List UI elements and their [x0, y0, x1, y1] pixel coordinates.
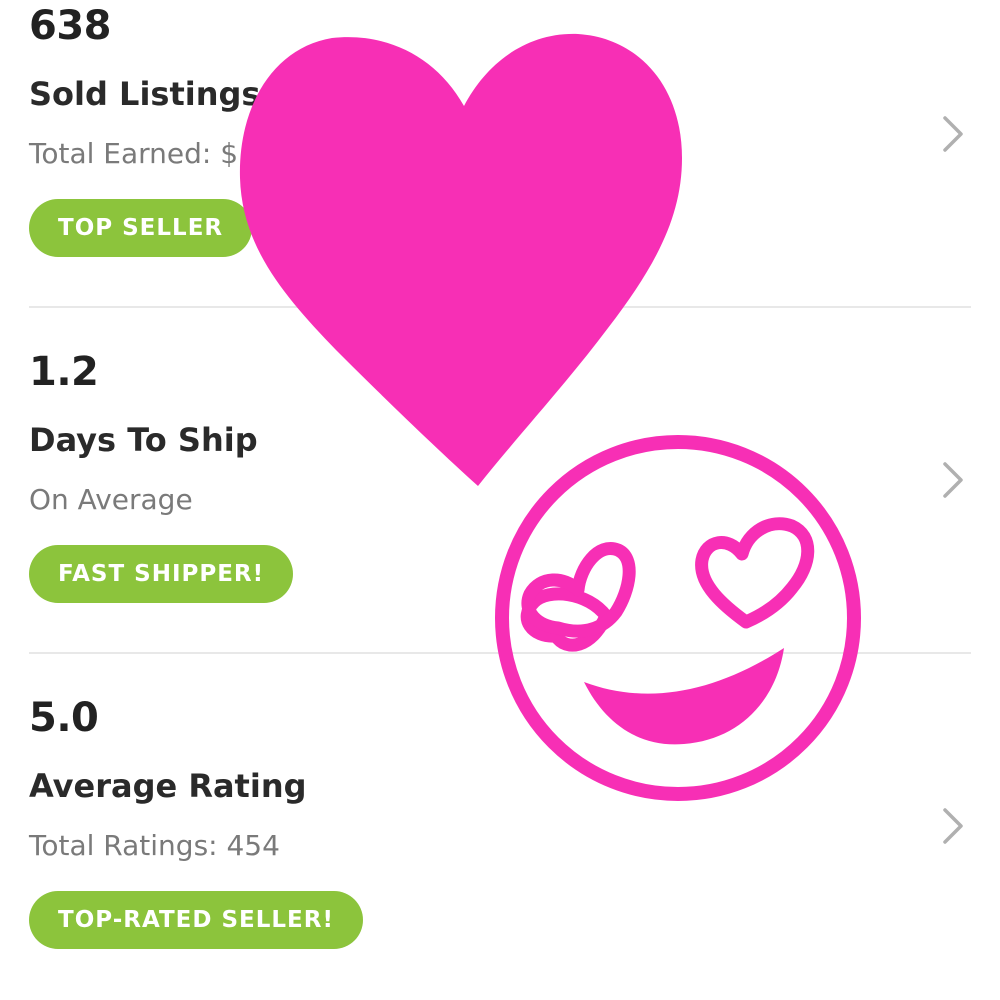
chevron-right-icon[interactable] — [931, 804, 975, 848]
on-average-label: On Average — [29, 483, 193, 516]
seller-stats-page: 638 Sold Listings Total Earned: $ TOP SE… — [0, 0, 1000, 1000]
days-to-ship-value: 1.2 — [29, 349, 99, 395]
total-earned-label: Total Earned: $ — [29, 137, 239, 170]
top-seller-badge: TOP SELLER — [29, 199, 253, 257]
fast-shipper-badge: FAST SHIPPER! — [29, 545, 294, 603]
days-to-ship-title: Days To Ship — [29, 421, 258, 459]
top-rated-seller-badge: TOP-RATED SELLER! — [29, 891, 363, 949]
stat-row-days-to-ship[interactable]: 1.2 Days To Ship On Average FAST SHIPPER… — [0, 346, 1000, 692]
average-rating-value: 5.0 — [29, 695, 99, 741]
total-ratings-label: Total Ratings: 454 — [29, 829, 280, 862]
stat-row-average-rating[interactable]: 5.0 Average Rating Total Ratings: 454 TO… — [0, 692, 1000, 1000]
chevron-right-icon[interactable] — [931, 112, 975, 156]
divider — [29, 652, 971, 654]
average-rating-title: Average Rating — [29, 767, 307, 805]
divider — [29, 306, 971, 308]
sold-listings-title: Sold Listings — [29, 75, 261, 113]
sold-listings-value: 638 — [29, 3, 112, 49]
stat-row-sold-listings[interactable]: 638 Sold Listings Total Earned: $ TOP SE… — [0, 0, 1000, 346]
chevron-right-icon[interactable] — [931, 458, 975, 502]
